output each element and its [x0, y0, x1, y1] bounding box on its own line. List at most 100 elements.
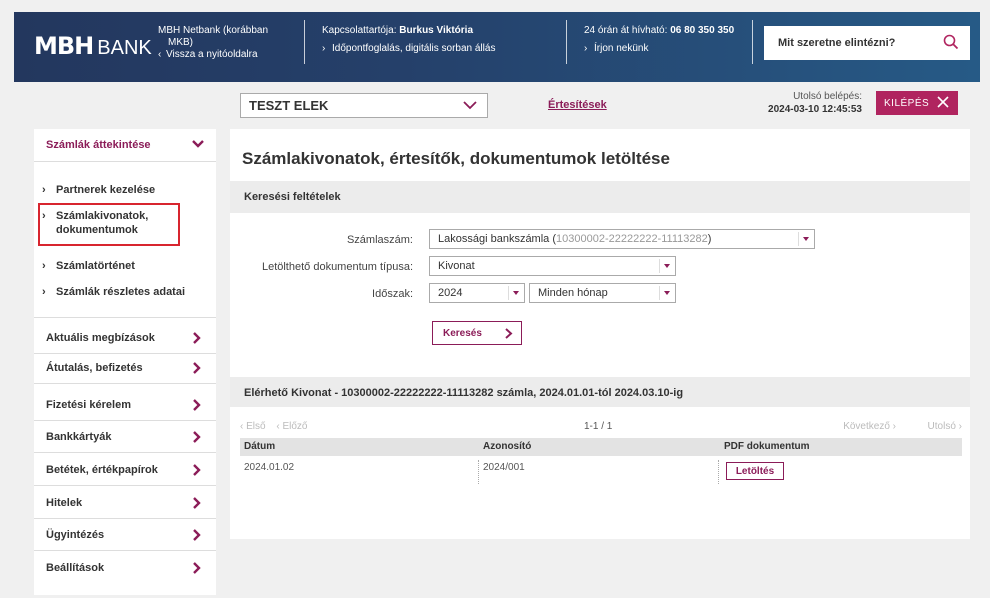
main-content: Számlakivonatok, értesítők, dokumentumok…	[230, 129, 970, 539]
year-select[interactable]: 2024	[429, 283, 525, 303]
chevron-down-icon	[659, 259, 673, 273]
chevron-right-icon: ›	[42, 286, 46, 298]
sidebar-sub-label: Számlák részletes adatai	[56, 286, 186, 298]
pager-count: 1-1 / 1	[584, 421, 613, 432]
chevron-right-icon	[193, 362, 201, 374]
chevron-right-icon: ›	[584, 43, 588, 54]
pager-prev[interactable]: ‹ Előző	[276, 421, 307, 432]
header-divider	[304, 20, 305, 64]
sidebar-sub-label: Partnerek kezelése	[56, 184, 156, 196]
doctype-select-value: Kivonat	[438, 260, 475, 272]
sidebar-divider	[34, 452, 216, 453]
chevron-right-icon	[505, 328, 513, 339]
user-selector[interactable]: TESZT ELEK	[240, 93, 488, 118]
account-label: Számlaszám:	[346, 234, 413, 246]
account-select-value: Lakossági bankszámla (	[438, 233, 557, 245]
chevron-down-icon	[463, 101, 477, 110]
account-select[interactable]: Lakossági bankszámla (10300002-22222222-…	[429, 229, 815, 249]
chevron-right-icon: ›	[42, 184, 46, 196]
sidebar-item-transfer[interactable]: Átutalás, befizetés	[46, 362, 228, 374]
back-to-home-link[interactable]: ‹ Vissza a nyitóoldalra	[158, 49, 268, 61]
sidebar-divider	[34, 317, 216, 318]
chevron-right-icon	[193, 431, 201, 443]
chevron-right-icon	[193, 464, 201, 476]
cell-id: 2024/001	[483, 462, 525, 473]
chevron-right-icon: ›	[42, 260, 46, 272]
cell-date: 2024.01.02	[244, 462, 295, 473]
mbh-bank-logo[interactable]: MBH BANK	[34, 32, 152, 60]
close-icon	[937, 96, 949, 108]
header-divider	[752, 20, 753, 64]
write-to-us-link[interactable]: › Írjon nekünk	[584, 43, 734, 55]
doctype-label: Letölthető dokumentum típusa:	[261, 261, 413, 273]
sidebar-divider	[34, 383, 216, 384]
pager: ‹ Első ‹ Előző 1-1 / 1 Következő › Utols…	[240, 421, 962, 432]
chevron-down-icon	[659, 286, 673, 300]
chevron-right-icon	[193, 562, 201, 574]
last-login-label: Utolsó belépés:	[793, 91, 862, 102]
highlight-box	[38, 203, 180, 246]
sidebar-item-loans[interactable]: Hitelek	[46, 497, 228, 509]
month-select-value: Minden hónap	[538, 287, 608, 299]
write-to-us-label: Írjon nekünk	[594, 43, 649, 54]
column-divider	[718, 460, 719, 484]
sidebar-sub-history[interactable]: › Számlatörténet	[42, 259, 135, 273]
sidebar-item-label: Bankkártyák	[46, 431, 112, 443]
table-row: 2024.01.02 2024/001 Letöltés	[240, 458, 962, 488]
last-login: Utolsó belépés: 2024-03-10 12:45:53	[706, 90, 862, 116]
logout-button[interactable]: KILÉPÉS	[876, 91, 958, 115]
sidebar-item-label: Hitelek	[46, 497, 83, 509]
download-button-label: Letöltés	[735, 465, 775, 477]
logout-label: KILÉPÉS	[884, 97, 930, 109]
sidebar-item-label: Ügyintézés	[46, 529, 105, 541]
sidebar-item-deposits[interactable]: Betétek, értékpapírok	[46, 464, 228, 476]
sidebar-item-label: Aktuális megbízások	[46, 332, 155, 344]
hotline-info: 24 órán át hívható: 06 80 350 350 › Írjon…	[584, 25, 734, 55]
pager-next[interactable]: Következő ›	[843, 421, 896, 432]
chevron-down-icon	[798, 232, 812, 246]
sidebar-sub-label: Számlatörténet	[56, 260, 135, 272]
download-button[interactable]: Letöltés	[726, 462, 784, 480]
month-select[interactable]: Minden hónap	[529, 283, 676, 303]
sidebar-item-payment-request[interactable]: Fizetési kérelem	[46, 399, 228, 411]
appointment-link[interactable]: › Időpontfoglalás, digitális sorban állás	[322, 43, 495, 55]
notifications-link[interactable]: Értesítések	[548, 99, 607, 111]
period-label: Időszak:	[372, 288, 413, 300]
last-login-value: 2024-03-10 12:45:53	[768, 104, 862, 115]
search-button[interactable]: Keresés	[432, 321, 522, 345]
sidebar-item-settings[interactable]: Beállítások	[46, 562, 228, 574]
sidebar-sub-partners[interactable]: › Partnerek kezelése	[42, 183, 155, 197]
sidebar-item-accounts-overview[interactable]: Számlák áttekintése	[46, 139, 228, 151]
column-header-id: Azonosító	[483, 441, 532, 452]
doctype-select[interactable]: Kivonat	[429, 256, 676, 276]
sidebar-item-label: Betétek, értékpapírok	[46, 464, 158, 476]
site-search-box[interactable]: Mit szeretne elintézni?	[764, 26, 970, 60]
appointment-label: Időpontfoglalás, digitális sorban állás	[332, 43, 496, 54]
pager-first[interactable]: ‹ Első	[240, 421, 266, 432]
contact-info: Kapcsolattartója: Burkus Viktória › Időpo…	[322, 25, 495, 55]
search-placeholder: Mit szeretne elintézni?	[778, 37, 896, 49]
chevron-left-icon: ‹	[158, 49, 162, 60]
header-divider	[566, 20, 567, 64]
sidebar-divider	[34, 161, 216, 162]
sidebar-item-cards[interactable]: Bankkártyák	[46, 431, 228, 443]
chevron-right-icon: ›	[322, 43, 326, 54]
sidebar-item-administration[interactable]: Ügyintézés	[46, 529, 228, 541]
contact-label: Kapcsolattartója:	[322, 25, 397, 36]
account-select-end: )	[707, 233, 712, 245]
logo-bank: BANK	[97, 37, 152, 59]
pager-last[interactable]: Utolsó ›	[928, 421, 962, 432]
sidebar-sub-details[interactable]: › Számlák részletes adatai	[42, 285, 185, 299]
sidebar-divider	[34, 485, 216, 486]
user-name: TESZT ELEK	[249, 98, 329, 113]
sidebar-divider	[34, 550, 216, 551]
page-title: Számlakivonatok, értesítők, dokumentumok…	[242, 149, 670, 168]
search-icon[interactable]	[942, 33, 960, 51]
contact-name: Burkus Viktória	[399, 25, 474, 36]
sidebar: Számlák áttekintése › Partnerek kezelése …	[34, 129, 216, 595]
sidebar-item-current-orders[interactable]: Aktuális megbízások	[46, 332, 228, 344]
header: MBH BANK MBH Netbank (korábban MKB) ‹ Vis…	[14, 12, 980, 82]
table-header: Dátum Azonosító PDF dokumentum	[240, 438, 962, 456]
pager-next-label: Következő	[843, 421, 890, 432]
search-button-label: Keresés	[443, 327, 482, 339]
